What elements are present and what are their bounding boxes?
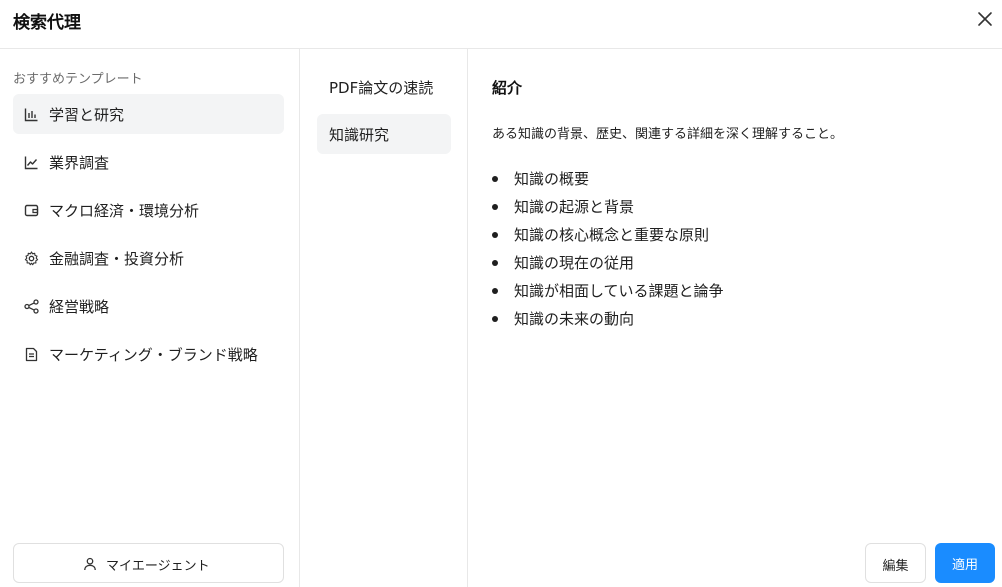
close-icon[interactable] <box>976 10 994 28</box>
gear-icon <box>24 251 39 266</box>
list-item: 知識の現在の従用 <box>492 249 724 277</box>
user-icon <box>83 556 97 571</box>
dialog-header: 検索代理 <box>0 0 1002 49</box>
list-item: 知識の核心概念と重要な原則 <box>492 221 724 249</box>
sidebar-item-label: マクロ経済・環境分析 <box>49 202 200 220</box>
wallet-icon <box>24 203 39 218</box>
list-item-text: 知識の現在の従用 <box>514 254 635 272</box>
my-agent-label: マイエージェント <box>106 559 210 574</box>
sidebar-item-label: マーケティング・ブランド戦略 <box>49 346 258 364</box>
template-detail: 紹介 ある知識の背景、歴史、関連する詳細を深く理解すること。 知識の概要 知識の… <box>468 49 1002 587</box>
share-icon <box>24 299 39 314</box>
bullet-dot <box>492 288 498 294</box>
sidebar-item-finance-investment[interactable]: 金融調査・投資分析 <box>13 238 284 278</box>
dialog-title: 検索代理 <box>13 13 81 33</box>
bullet-dot <box>492 260 498 266</box>
list-item: 知識の未来の動向 <box>492 305 724 333</box>
list-item-text: 知識の核心概念と重要な原則 <box>514 226 710 244</box>
search-agent-dialog: 検索代理 おすすめテンプレート 学習と研究 業界調査 マクロ経済・環境分析 金融… <box>0 0 1002 587</box>
list-item-text: 知識の未来の動向 <box>514 310 635 328</box>
edit-button-label: 編集 <box>882 559 909 574</box>
list-item-text: 知識の概要 <box>514 170 590 188</box>
list-item: 知識の概要 <box>492 165 724 193</box>
list-item: 知識の起源と背景 <box>492 193 724 221</box>
sidebar-item-industry-research[interactable]: 業界調査 <box>13 142 284 182</box>
detail-description: ある知識の背景、歴史、関連する詳細を深く理解すること。 <box>492 127 844 142</box>
list-item-text: 知識が相面している課題と論争 <box>514 282 724 300</box>
apply-button-label: 適用 <box>951 558 978 573</box>
list-item: 知識が相面している課題と論争 <box>492 277 724 305</box>
template-item-label: 知識研究 <box>329 126 390 144</box>
bullet-dot <box>492 232 498 238</box>
template-list: PDF論文の速読 知識研究 <box>300 49 468 587</box>
document-icon <box>24 347 39 362</box>
bullet-dot <box>492 316 498 322</box>
sidebar-item-label: 経営戦略 <box>49 298 110 316</box>
detail-bullet-list: 知識の概要 知識の起源と背景 知識の核心概念と重要な原則 知識の現在の従用 知識… <box>492 165 724 333</box>
bullet-dot <box>492 204 498 210</box>
template-item-pdf-speed-read[interactable]: PDF論文の速読 <box>317 67 451 107</box>
sidebar-item-learning-research[interactable]: 学習と研究 <box>13 94 284 134</box>
line-chart-icon <box>24 155 39 170</box>
edit-button[interactable]: 編集 <box>865 543 926 583</box>
sidebar-item-label: 金融調査・投資分析 <box>49 250 185 268</box>
recommended-templates-label: おすすめテンプレート <box>13 72 143 87</box>
bullet-dot <box>492 176 498 182</box>
template-item-knowledge-research[interactable]: 知識研究 <box>317 114 451 154</box>
list-item-text: 知識の起源と背景 <box>514 198 635 216</box>
bar-chart-icon <box>24 107 39 122</box>
apply-button[interactable]: 適用 <box>935 543 995 583</box>
sidebar-item-marketing-brand[interactable]: マーケティング・ブランド戦略 <box>13 334 284 374</box>
template-item-label: PDF論文の速読 <box>329 79 434 97</box>
sidebar-item-label: 業界調査 <box>49 154 110 172</box>
sidebar-item-macro-economy[interactable]: マクロ経済・環境分析 <box>13 190 284 230</box>
sidebar-item-business-strategy[interactable]: 経営戦略 <box>13 286 284 326</box>
detail-heading: 紹介 <box>492 79 523 97</box>
sidebar-item-label: 学習と研究 <box>49 106 125 124</box>
my-agent-button[interactable]: マイエージェント <box>13 543 284 583</box>
category-sidebar: おすすめテンプレート 学習と研究 業界調査 マクロ経済・環境分析 金融調査・投資… <box>0 49 300 587</box>
